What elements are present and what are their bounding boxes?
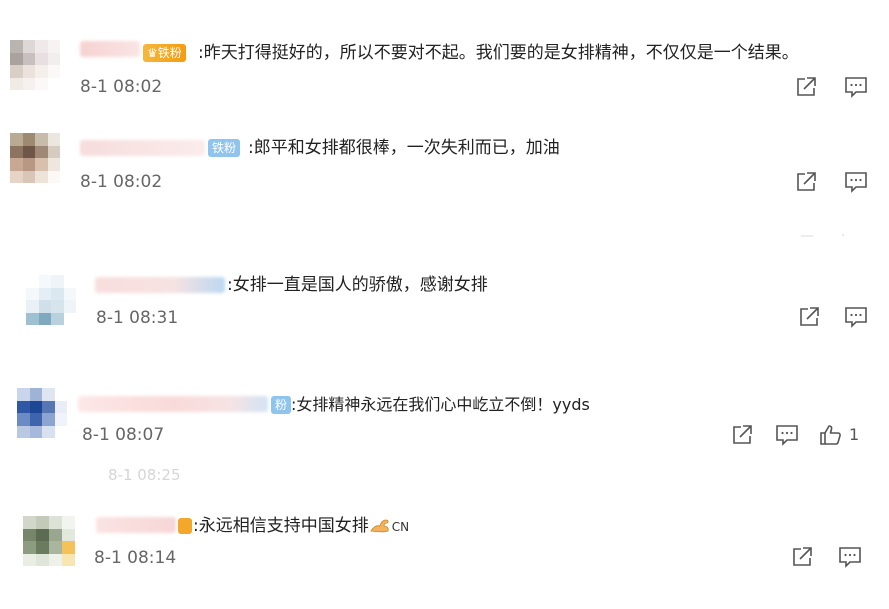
- divider-fragment: — ·: [800, 228, 846, 244]
- crown-icon: ♛: [147, 46, 158, 60]
- fan-badge: ♛铁粉: [143, 44, 186, 62]
- avatar[interactable]: [17, 388, 67, 438]
- avatar[interactable]: [23, 516, 75, 566]
- username-redacted[interactable]: [95, 277, 225, 293]
- comment-icon[interactable]: [774, 422, 800, 448]
- fan-badge: 铁粉: [208, 139, 241, 157]
- avatar[interactable]: [26, 275, 76, 325]
- comment-time: 8-1 08:02: [80, 77, 163, 97]
- comment-icon[interactable]: [837, 544, 863, 570]
- share-icon[interactable]: [729, 422, 755, 448]
- comment-time: 8-1 08:02: [80, 172, 163, 192]
- comment-icon[interactable]: [843, 304, 869, 330]
- comment-time: 8-1 08:07: [82, 425, 165, 445]
- comment-icon[interactable]: [843, 169, 869, 195]
- comment-icon[interactable]: [843, 74, 869, 100]
- comment-text: :昨天打得挺好的，所以不要对不起。我们要的是女排精神，不仅仅是一个结果。: [198, 43, 799, 63]
- username-redacted[interactable]: [80, 140, 205, 156]
- thumbs-up-icon[interactable]: [818, 422, 844, 448]
- comment-text: :女排精神永远在我们心中屹立不倒！yyds: [291, 395, 590, 414]
- comment-time: 8-1 08:31: [96, 308, 179, 328]
- share-icon[interactable]: [793, 74, 819, 100]
- username-redacted[interactable]: [80, 41, 140, 57]
- like-count: 1: [849, 425, 860, 444]
- share-icon[interactable]: [793, 169, 819, 195]
- comment-text: :郎平和女排都很棒，一次失利而已，加油: [248, 138, 560, 158]
- country-tag: CN: [391, 520, 410, 534]
- avatar[interactable]: [10, 40, 60, 90]
- share-icon[interactable]: [789, 544, 815, 570]
- avatar[interactable]: [10, 133, 60, 183]
- share-icon[interactable]: [796, 304, 822, 330]
- crown-icon: [178, 518, 192, 534]
- username-redacted[interactable]: [96, 517, 176, 533]
- overlap-fragment: 8-1 08:25: [108, 466, 181, 484]
- comment-time: 8-1 08:14: [94, 548, 177, 568]
- comment-text: :女排一直是国人的骄傲，感谢女排: [227, 275, 488, 295]
- flexed-biceps-emoji: [369, 517, 391, 533]
- comment-text-body: :永远相信支持中国女排: [193, 516, 369, 536]
- comment-text: :永远相信支持中国女排 CN: [193, 515, 409, 538]
- username-redacted[interactable]: [78, 396, 268, 412]
- fan-badge: 粉: [271, 396, 292, 414]
